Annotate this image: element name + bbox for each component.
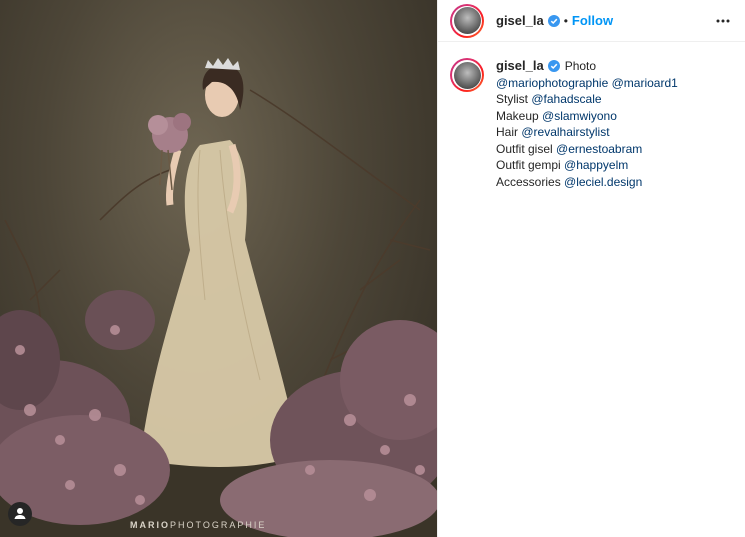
caption-line: @mariophotographie @marioard1 (496, 75, 678, 92)
mention-link[interactable]: @happyelm (564, 158, 628, 172)
user-tag-icon (14, 508, 26, 519)
post-header: gisel_la • Follow (438, 0, 745, 42)
post-side-panel: gisel_la • Follow gisel_la Photo @mariop… (437, 0, 745, 537)
mention-link[interactable]: @ernestoabram (556, 142, 642, 156)
caption-avatar[interactable] (450, 58, 484, 92)
separator-dot: • (563, 13, 568, 28)
more-options-icon[interactable] (715, 13, 731, 34)
caption-first-text: Photo (564, 59, 597, 73)
mention-link[interactable]: @slamwiyono (542, 109, 617, 123)
photo-scene (0, 58, 437, 537)
user-tag-button[interactable] (8, 502, 32, 526)
mention-link[interactable]: @fahadscale (531, 92, 601, 106)
tiara (205, 58, 240, 70)
post-photo[interactable]: MARIOPHOTOGRAPHIE (0, 0, 437, 537)
verified-badge-icon (547, 60, 560, 73)
caption-username-link[interactable]: gisel_la (496, 58, 544, 75)
username-link[interactable]: gisel_la (496, 13, 544, 28)
follow-button[interactable]: Follow (572, 13, 613, 28)
caption-line: Hair @revalhairstylist (496, 125, 610, 139)
avatar[interactable] (450, 3, 484, 38)
caption-line: Accessories @leciel.design (496, 174, 643, 189)
photographer-watermark: MARIOPHOTOGRAPHIE (130, 520, 267, 530)
mention-link[interactable]: @revalhairstylist (521, 125, 609, 139)
mention-link[interactable]: @leciel.design (564, 175, 642, 189)
verified-badge-icon (547, 14, 560, 27)
post-caption: gisel_la Photo @mariophotographie @mario… (438, 42, 745, 190)
mention-link[interactable]: @marioard1 (612, 76, 678, 90)
mention-link[interactable]: @mariophotographie (496, 76, 608, 90)
caption-line: Outfit gempi @happyelm (496, 158, 629, 172)
caption-line: Outfit gisel @ernestoabram (496, 141, 643, 156)
caption-line: Stylist @fahadscale (496, 92, 602, 106)
caption-line: Makeup @slamwiyono (496, 108, 617, 123)
